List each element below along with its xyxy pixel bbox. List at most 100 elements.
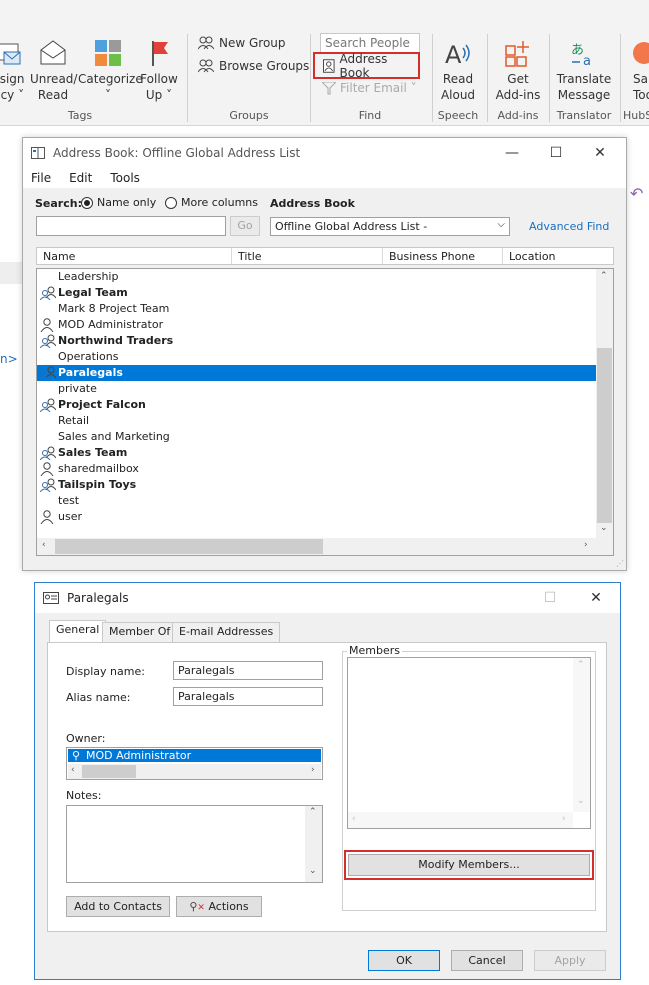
list-item[interactable]: private <box>37 381 597 397</box>
horizontal-scrollbar[interactable]: ‹ › <box>37 538 613 555</box>
close-button[interactable]: ✕ <box>578 142 622 164</box>
display-name-field[interactable]: Paralegals <box>173 661 323 680</box>
tab-email-addresses[interactable]: E-mail Addresses <box>172 622 281 642</box>
close-button[interactable]: ✕ <box>574 587 618 609</box>
cancel-button[interactable]: Cancel <box>451 950 523 971</box>
scroll-left-arrow[interactable]: ‹ <box>71 765 75 775</box>
column-name[interactable]: Name <box>37 248 232 264</box>
search-label: Search: <box>35 197 82 210</box>
scroll-up-arrow[interactable]: ⌃ <box>309 807 317 817</box>
unread-read-button[interactable]: Unread/ Read <box>30 38 77 103</box>
notes-field[interactable] <box>66 805 323 883</box>
maximize-button[interactable]: ☐ <box>528 587 572 609</box>
person-icon <box>40 510 54 529</box>
read-aloud-button[interactable]: A Read Aloud <box>436 38 480 103</box>
members-list[interactable]: ⌃ ⌄ ‹ › <box>347 657 591 829</box>
assign-policy-button[interactable]: ssign licy ˅ <box>0 38 26 103</box>
column-business-phone[interactable]: Business Phone <box>383 248 503 264</box>
maximize-button[interactable]: ☐ <box>534 142 578 164</box>
list-item[interactable]: Leadership <box>37 269 597 285</box>
list-item[interactable]: test <box>37 493 597 509</box>
list-item[interactable]: Sales and Marketing <box>37 429 597 445</box>
search-input[interactable] <box>36 216 226 236</box>
members-vscrollbar[interactable]: ⌃ ⌄ <box>573 658 590 812</box>
menu-tools[interactable]: Tools <box>110 171 140 185</box>
translate-label-1: Translate <box>556 72 612 86</box>
go-button[interactable]: Go <box>230 216 260 236</box>
scroll-down-arrow[interactable]: ⌄ <box>577 796 585 806</box>
list-item[interactable]: Paralegals <box>37 365 597 381</box>
categorize-button[interactable]: Categorize ˅ <box>78 38 143 103</box>
alias-name-field[interactable]: Paralegals <box>173 687 323 706</box>
group-separator <box>432 34 433 122</box>
scroll-right-arrow[interactable]: › <box>584 540 588 550</box>
list-item[interactable]: Tailspin Toys <box>37 477 597 493</box>
list-item[interactable]: Mark 8 Project Team <box>37 301 597 317</box>
new-group-button[interactable]: New Group <box>198 36 286 50</box>
minimize-button[interactable]: — <box>490 142 534 164</box>
address-book-button[interactable]: Address Book <box>313 52 420 80</box>
new-group-icon <box>198 36 214 50</box>
list-item-name: Paralegals <box>58 366 123 379</box>
address-book-dropdown[interactable]: Offline Global Address List - ⌵ <box>270 217 510 236</box>
owner-hscrollbar[interactable]: ‹ › <box>68 764 321 779</box>
list-item-name: Northwind Traders <box>58 334 174 347</box>
vertical-scroll-thumb[interactable] <box>597 348 612 523</box>
reply-arrow-icon[interactable]: ↶ <box>630 184 643 203</box>
horizontal-scroll-thumb[interactable] <box>55 539 323 554</box>
list-item[interactable]: Operations <box>37 349 597 365</box>
ok-button[interactable]: OK <box>368 950 440 971</box>
list-item[interactable]: Retail <box>37 413 597 429</box>
scroll-down-arrow[interactable]: ⌄ <box>309 866 317 876</box>
scroll-down-arrow[interactable]: ⌄ <box>600 523 608 533</box>
hubspot-group-label: HubS <box>623 109 649 122</box>
scroll-left-arrow[interactable]: ‹ <box>42 540 46 550</box>
list-item[interactable]: Northwind Traders <box>37 333 597 349</box>
add-to-contacts-button[interactable]: Add to Contacts <box>66 896 170 917</box>
group-separator <box>620 34 621 122</box>
get-add-ins-button[interactable]: Get Add-ins <box>494 38 542 103</box>
list-item-name: Mark 8 Project Team <box>58 302 170 315</box>
follow-up-button[interactable]: Follow Up ˅ <box>138 38 180 103</box>
list-item[interactable]: Project Falcon <box>37 397 597 413</box>
categorize-label-2: ˅ <box>105 88 111 102</box>
menu-edit[interactable]: Edit <box>69 171 92 185</box>
notes-vscrollbar[interactable]: ⌃ ⌄ <box>305 806 322 882</box>
browse-groups-button[interactable]: Browse Groups <box>198 59 309 73</box>
actions-label: Actions <box>208 900 249 913</box>
add-ins-group-label: Add-ins <box>497 109 539 122</box>
filter-email-button[interactable]: Filter Email ˅ <box>322 81 417 95</box>
list-item[interactable]: sharedmailbox <box>37 461 597 477</box>
scroll-left-arrow[interactable]: ‹ <box>352 814 356 824</box>
scroll-up-arrow[interactable]: ⌃ <box>577 660 585 670</box>
list-item[interactable]: Legal Team <box>37 285 597 301</box>
background-link-fragment[interactable]: n> <box>0 352 18 366</box>
tab-member-of[interactable]: Member Of <box>102 622 178 642</box>
apply-button[interactable]: Apply <box>534 950 606 971</box>
column-location[interactable]: Location <box>503 248 613 264</box>
hubspot-sales-tools-button[interactable]: Sal Too <box>628 38 649 103</box>
scroll-right-arrow[interactable]: › <box>311 765 315 775</box>
address-book-title: Address Book: Offline Global Address Lis… <box>53 146 301 160</box>
radio-more-columns[interactable]: More columns <box>165 196 258 209</box>
menu-file[interactable]: File <box>31 171 51 185</box>
person-icon: ⚲ <box>72 749 81 762</box>
owner-list[interactable]: ⚲ MOD Administrator ‹ › <box>66 747 323 780</box>
resize-grip-icon[interactable]: ⋰ <box>616 559 624 568</box>
list-item[interactable]: Sales Team <box>37 445 597 461</box>
radio-name-only[interactable]: Name only <box>81 196 156 209</box>
owner-scroll-thumb[interactable] <box>82 765 136 778</box>
translate-message-button[interactable]: あ a Translate Message <box>553 38 615 103</box>
advanced-find-link[interactable]: Advanced Find <box>529 220 609 233</box>
list-item[interactable]: user <box>37 509 597 525</box>
scroll-up-arrow[interactable]: ⌃ <box>600 271 608 281</box>
scroll-right-arrow[interactable]: › <box>562 814 566 824</box>
vertical-scrollbar[interactable]: ⌃ ⌄ <box>596 269 613 539</box>
list-item[interactable]: MOD Administrator <box>37 317 597 333</box>
owner-entry[interactable]: ⚲ MOD Administrator <box>68 749 321 762</box>
members-hscrollbar[interactable]: ‹ › <box>348 812 573 828</box>
search-people-input[interactable]: Search People <box>320 33 420 53</box>
tab-general[interactable]: General <box>49 620 107 643</box>
actions-button[interactable]: ⚲✕ Actions <box>176 896 262 917</box>
column-title[interactable]: Title <box>232 248 383 264</box>
